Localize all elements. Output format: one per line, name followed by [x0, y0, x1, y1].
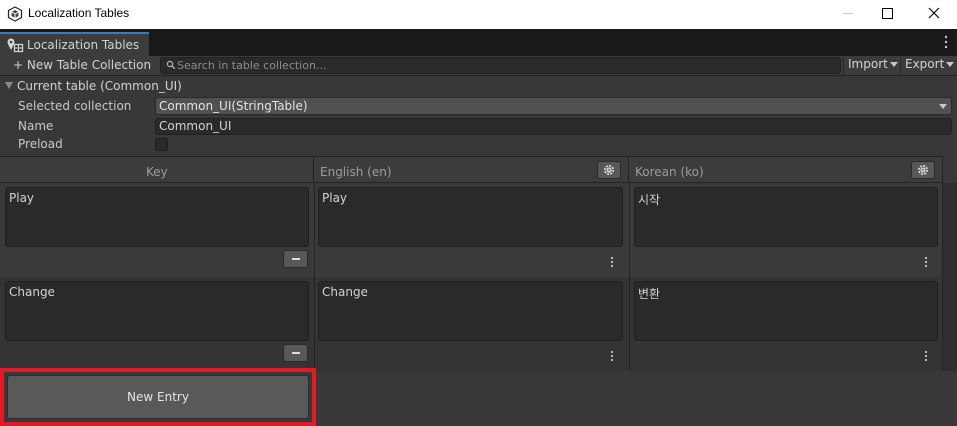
table-scroll-gutter: [943, 183, 957, 371]
name-field[interactable]: Common_UI: [155, 118, 952, 135]
key-field[interactable]: Play: [5, 187, 309, 247]
search-field[interactable]: [160, 57, 841, 74]
minus-icon: [292, 352, 300, 354]
import-label: Import: [848, 57, 888, 71]
toolbar: + New Table Collection Import Export: [0, 56, 957, 76]
name-value: Common_UI: [159, 119, 232, 133]
english-settings-button[interactable]: [597, 161, 621, 179]
export-label: Export: [905, 57, 945, 71]
new-entry-button[interactable]: New Entry: [7, 375, 309, 419]
translation-text: Change: [322, 285, 368, 299]
column-header-english[interactable]: English (en): [314, 156, 629, 183]
selected-collection-value: Common_UI(StringTable): [159, 99, 308, 113]
selected-collection-label: Selected collection: [18, 99, 132, 113]
column-divider: [942, 183, 943, 371]
column-divider: [629, 183, 630, 371]
translation-text: 시작: [638, 193, 661, 207]
more-options-icon[interactable]: [610, 256, 614, 268]
translation-text: 변환: [638, 287, 661, 301]
selected-collection-dropdown[interactable]: Common_UI(StringTable): [155, 97, 952, 115]
maximize-icon: [882, 8, 893, 19]
current-table-foldout[interactable]: Current table (Common_UI): [5, 79, 182, 93]
more-options-icon[interactable]: [944, 35, 948, 49]
tab-label: Localization Tables: [27, 38, 140, 52]
unity-logo-icon: [7, 6, 23, 22]
new-table-collection-button[interactable]: + New Table Collection: [13, 58, 151, 72]
dropdown-arrow-icon: [939, 104, 947, 109]
current-table-panel: Current table (Common_UI) Selected colle…: [0, 76, 957, 156]
korean-settings-button[interactable]: [911, 161, 935, 179]
gear-icon: [918, 165, 928, 175]
export-dropdown[interactable]: Export: [900, 57, 957, 75]
window-titlebar: Localization Tables: [0, 0, 957, 29]
key-field[interactable]: Change: [5, 281, 309, 341]
close-button[interactable]: [910, 0, 956, 29]
column-header-key[interactable]: Key: [0, 156, 314, 183]
gear-icon: [604, 165, 614, 175]
close-icon: [928, 7, 940, 19]
search-input[interactable]: [177, 58, 827, 73]
import-dropdown[interactable]: Import: [843, 57, 899, 75]
preload-label: Preload: [18, 137, 63, 151]
english-translation-field[interactable]: Play: [318, 187, 623, 247]
key-text: Play: [9, 191, 35, 205]
search-icon: [166, 60, 176, 70]
column-header-korean[interactable]: Korean (ko): [629, 156, 943, 183]
key-text: Change: [9, 285, 55, 299]
window-title: Localization Tables: [28, 6, 130, 20]
column-divider: [314, 183, 315, 371]
remove-entry-button[interactable]: [283, 344, 308, 362]
minus-icon: [292, 258, 300, 260]
new-entry-highlight: New Entry: [0, 368, 316, 426]
column-header-label: Key: [146, 165, 168, 179]
dropdown-arrow-icon: [946, 62, 955, 67]
localization-table: Key English (en) Korean (ko) Play Play 시…: [0, 156, 957, 426]
name-label: Name: [18, 119, 54, 133]
foldout-label: Current table (Common_UI): [17, 79, 182, 93]
translation-text: Play: [322, 191, 348, 205]
korean-translation-field[interactable]: 변환: [634, 281, 938, 341]
preload-checkbox[interactable]: [155, 138, 168, 151]
dropdown-arrow-icon: [889, 62, 898, 67]
more-options-icon[interactable]: [924, 256, 928, 268]
maximize-button[interactable]: [864, 0, 910, 29]
korean-translation-field[interactable]: 시작: [634, 187, 938, 247]
remove-entry-button[interactable]: [283, 250, 308, 268]
localization-table-icon: [7, 38, 24, 53]
column-header-label: English (en): [320, 165, 392, 179]
english-translation-field[interactable]: Change: [318, 281, 623, 341]
more-options-icon[interactable]: [924, 350, 928, 362]
column-header-label: Korean (ko): [635, 165, 704, 179]
foldout-arrow-icon: [5, 82, 13, 89]
tab-localization-tables[interactable]: Localization Tables: [0, 32, 149, 56]
editor-tab-strip: Localization Tables: [0, 29, 957, 56]
more-options-icon[interactable]: [610, 350, 614, 362]
